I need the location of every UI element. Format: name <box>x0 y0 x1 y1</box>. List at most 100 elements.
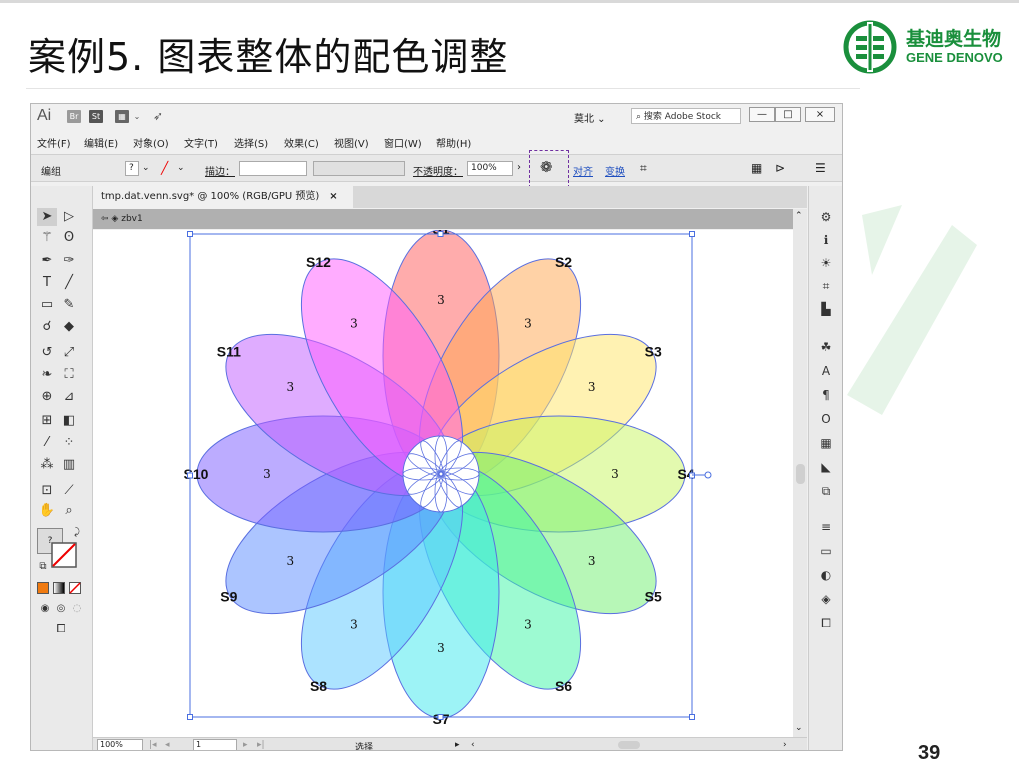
eraser-tool-icon[interactable]: ◆ <box>59 318 79 336</box>
rotate-tool-icon[interactable]: ↺ <box>37 344 57 362</box>
warp-tool-icon[interactable]: ❧ <box>37 366 57 384</box>
scroll-down-icon[interactable]: ⌄ <box>795 723 803 733</box>
last-artboard-icon[interactable]: ▸| <box>257 740 265 750</box>
stroke-label[interactable]: 描边： <box>205 163 235 178</box>
gradient-mode-icon[interactable] <box>53 582 65 594</box>
stroke-none-icon[interactable]: ╱ <box>161 161 168 175</box>
type-tool-icon[interactable]: T <box>37 274 57 292</box>
menu-help[interactable]: 帮助(H) <box>436 135 471 150</box>
shape-builder-tool-icon[interactable]: ⊕ <box>37 388 57 406</box>
opacity-input[interactable]: 100% <box>467 161 513 176</box>
perspective-grid-tool-icon[interactable]: ⊿ <box>59 388 79 406</box>
paragraph-panel-icon[interactable]: ¶ <box>817 386 835 404</box>
vertical-scroll-thumb[interactable] <box>796 464 805 484</box>
scroll-right-icon[interactable]: › <box>783 740 787 750</box>
arrange-documents-icon[interactable]: ▦ <box>115 110 129 123</box>
artboard-tool-icon[interactable]: ⊡ <box>37 482 57 500</box>
transform-link[interactable]: 变换 <box>605 163 625 178</box>
variable-width-profile-select[interactable] <box>313 161 405 176</box>
opacity-label[interactable]: 不透明度： <box>413 163 463 178</box>
rocket-icon[interactable]: ➶ <box>151 110 165 123</box>
pen-tool-icon[interactable]: ✒ <box>37 252 57 270</box>
chevron-down-icon[interactable]: ⌄ <box>177 163 185 173</box>
menu-file[interactable]: 文件(F) <box>37 135 71 150</box>
artboard-number-select[interactable]: 1 <box>193 739 237 750</box>
curvature-tool-icon[interactable]: ✑ <box>59 252 79 270</box>
gradient-panel-icon[interactable]: ▭ <box>817 542 835 560</box>
first-artboard-icon[interactable]: |◂ <box>149 740 157 750</box>
workspace-switcher[interactable]: 莫北 ⌄ <box>574 110 606 125</box>
close-tab-icon[interactable]: × <box>329 191 337 202</box>
magic-wand-tool-icon[interactable]: ⚚ <box>37 229 57 247</box>
artboards-panel-icon[interactable]: ⧠ <box>817 614 835 632</box>
screen-mode-icon[interactable]: ⧠ <box>51 620 71 638</box>
menu-edit[interactable]: 编辑(E) <box>84 135 118 150</box>
bridge-badge[interactable]: Br <box>67 110 81 123</box>
menu-icon[interactable]: ☰ <box>815 161 826 175</box>
lasso-tool-icon[interactable]: ʘ <box>59 229 79 247</box>
next-artboard-icon[interactable]: ▸ <box>243 740 248 750</box>
hand-tool-icon[interactable]: ✋ <box>37 502 57 520</box>
stock-search-input[interactable]: ⌕ 搜索 Adobe Stock <box>631 108 741 124</box>
zoom-level-select[interactable]: 100% <box>97 739 143 750</box>
layers-panel-icon[interactable]: ◈ <box>817 590 835 608</box>
back-arrow-icon[interactable]: ⇦ <box>101 214 109 224</box>
shaper-tool-icon[interactable]: ☌ <box>37 318 57 336</box>
symbol-sprayer-tool-icon[interactable]: ⁂ <box>37 456 57 474</box>
default-colors-icon[interactable]: ⧉ <box>33 558 53 576</box>
align-panel-icon[interactable]: ▙ <box>817 300 835 318</box>
stroke-weight-input[interactable] <box>239 161 307 176</box>
scale-tool-icon[interactable]: ⤢ <box>59 344 79 362</box>
gradient-tool-icon[interactable]: ◧ <box>59 412 79 430</box>
selection-tool-icon[interactable]: ➤ <box>37 208 57 226</box>
menu-object[interactable]: 对象(O) <box>133 135 169 150</box>
eyedropper-tool-icon[interactable]: ⁄ <box>37 434 57 452</box>
scroll-up-icon[interactable]: ⌃ <box>795 211 803 221</box>
venn-diagram[interactable]: 333333333333 S1S2S3S4S5S6S7S8S9S10S11S12 <box>93 230 793 737</box>
maximize-button[interactable]: □ <box>775 107 801 122</box>
artboard-canvas[interactable]: 333333333333 S1S2S3S4S5S6S7S8S9S10S11S12 <box>93 230 793 737</box>
slice-tool-icon[interactable]: ⟋ <box>59 482 79 500</box>
info-panel-icon[interactable]: ℹ <box>817 231 835 249</box>
menu-select[interactable]: 选择(S) <box>234 135 268 150</box>
previous-artboard-icon[interactable]: ◂ <box>165 740 170 750</box>
column-graph-tool-icon[interactable]: ▥ <box>59 456 79 474</box>
align-link[interactable]: 对齐 <box>573 163 593 178</box>
isolate-group-icon[interactable]: ⌗ <box>640 161 647 176</box>
symbols-panel-icon[interactable]: ⧉ <box>817 482 835 500</box>
fill-swatch[interactable]: ? <box>125 161 139 176</box>
menu-window[interactable]: 窗口(W) <box>384 135 422 150</box>
appearance-panel-icon[interactable]: ☀ <box>817 254 835 272</box>
color-mode-icon[interactable] <box>37 582 49 594</box>
character-panel-icon[interactable]: A <box>817 362 835 380</box>
status-menu-icon[interactable]: ▸ <box>455 740 460 750</box>
line-tool-icon[interactable]: ╱ <box>59 274 79 292</box>
none-mode-icon[interactable] <box>69 582 81 594</box>
free-transform-tool-icon[interactable]: ⛶ <box>59 366 79 384</box>
menu-type[interactable]: 文字(T) <box>184 135 218 150</box>
menu-effect[interactable]: 效果(C) <box>284 135 319 150</box>
close-button[interactable]: × <box>805 107 835 122</box>
vertical-scrollbar[interactable]: ⌃ ⌄ <box>793 209 807 737</box>
minimize-button[interactable]: — <box>749 107 775 122</box>
stroke-panel-icon[interactable]: ≡ <box>817 518 835 536</box>
direct-selection-tool-icon[interactable]: ▷ <box>59 208 79 226</box>
rectangle-tool-icon[interactable]: ▭ <box>37 296 57 314</box>
arrange-icon[interactable]: ▦ <box>751 161 762 175</box>
opentype-panel-icon[interactable]: O <box>817 410 835 428</box>
swatches-panel-icon[interactable]: ▦ <box>817 434 835 452</box>
mesh-tool-icon[interactable]: ⊞ <box>37 412 57 430</box>
menu-view[interactable]: 视图(V) <box>334 135 369 150</box>
color-guide-panel-icon[interactable]: ☘ <box>817 338 835 356</box>
chevron-down-icon[interactable]: ⌄ <box>133 110 141 123</box>
zoom-tool-icon[interactable]: ⌕ <box>59 502 79 520</box>
transform-panel-icon[interactable]: ⌗ <box>817 277 835 295</box>
draw-inside-icon[interactable]: ◌ <box>67 600 87 618</box>
transparency-panel-icon[interactable]: ◐ <box>817 566 835 584</box>
stock-badge[interactable]: St <box>89 110 103 123</box>
chevron-right-icon[interactable]: › <box>517 162 521 173</box>
properties-panel-icon[interactable]: ⚙ <box>817 208 835 226</box>
paintbrush-tool-icon[interactable]: ✎ <box>59 296 79 314</box>
document-tab[interactable]: tmp.dat.venn.svg* @ 100% (RGB/GPU 预览) × <box>93 186 353 208</box>
brushes-panel-icon[interactable]: ◣ <box>817 458 835 476</box>
